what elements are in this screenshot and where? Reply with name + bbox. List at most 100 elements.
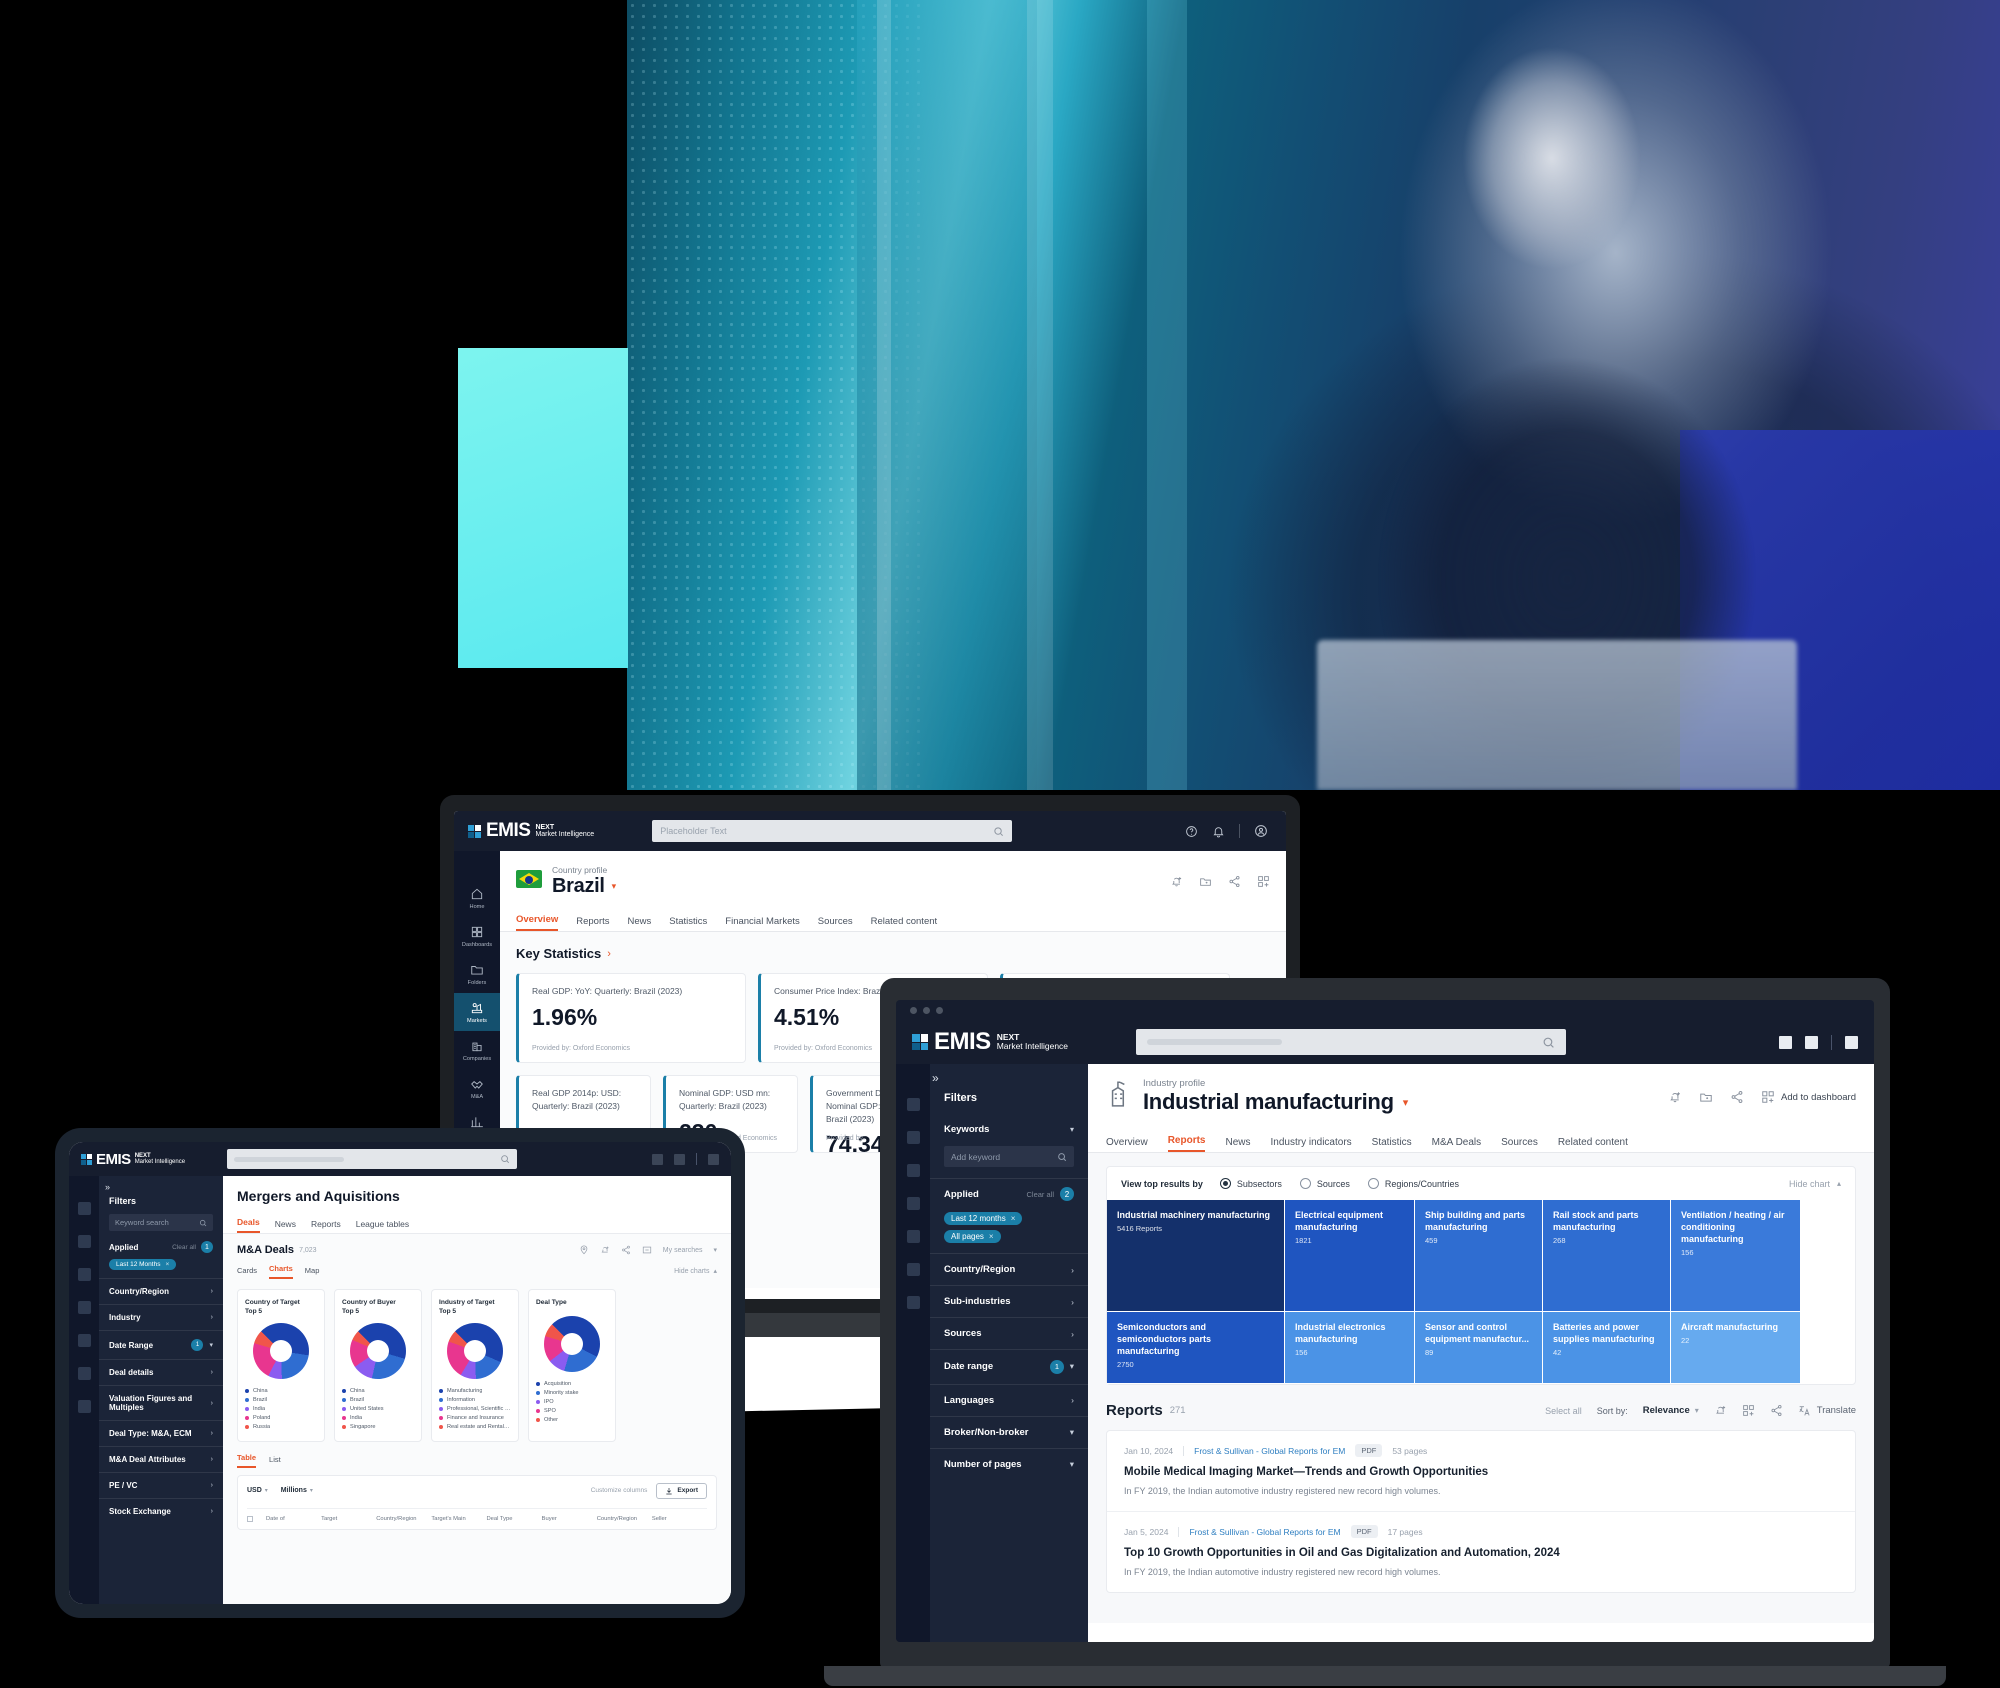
chevron-up-icon[interactable]: ▴: [713, 1267, 717, 1275]
chevron-right-icon[interactable]: ›: [211, 1400, 213, 1407]
chevron-down-icon[interactable]: ▾: [265, 1487, 268, 1494]
chevron-right-icon[interactable]: ›: [607, 948, 611, 960]
tab-sources[interactable]: Sources: [818, 916, 853, 931]
report-title[interactable]: Top 10 Growth Opportunities in Oil and G…: [1124, 1547, 1838, 1559]
my-searches-dropdown[interactable]: My searches: [663, 1247, 703, 1254]
tab-reports[interactable]: Reports: [1167, 1135, 1206, 1152]
close-icon[interactable]: ×: [989, 1232, 994, 1241]
grid-icon[interactable]: [1779, 1035, 1792, 1049]
help-icon[interactable]: [1185, 825, 1198, 838]
add-to-dashboard-icon[interactable]: [642, 1245, 652, 1255]
add-to-dashboard-button[interactable]: Add to dashboard: [1761, 1090, 1856, 1104]
sidebar-item[interactable]: [906, 1230, 920, 1243]
filter-row-m-a-deal-attributes[interactable]: M&A Deal Attributes ›: [99, 1446, 223, 1472]
filter-row-sub-industries[interactable]: Sub-industries ›: [930, 1285, 1088, 1317]
tab-reports[interactable]: Reports: [311, 1219, 341, 1233]
tab-industry-indicators[interactable]: Industry indicators: [1271, 1137, 1352, 1152]
filter-row-date-range[interactable]: Date range 1 ▾: [930, 1349, 1088, 1384]
account-icon[interactable]: [708, 1153, 719, 1165]
share-icon[interactable]: [1730, 1090, 1744, 1104]
chevron-down-icon[interactable]: ▾: [1403, 1096, 1409, 1109]
chevron-right-icon[interactable]: ›: [211, 1314, 213, 1321]
sidebar-item[interactable]: [906, 1263, 920, 1276]
tab-map[interactable]: Map: [305, 1266, 320, 1279]
filter-row-industry[interactable]: Industry ›: [99, 1304, 223, 1330]
add-to-dashboard-icon[interactable]: [1257, 875, 1270, 888]
treemap-cell[interactable]: Sensor and control equipment manufactur.…: [1415, 1312, 1543, 1384]
report-source[interactable]: Frost & Sullivan - Global Reports for EM: [1189, 1527, 1340, 1537]
sidebar-item-folders[interactable]: Folders: [454, 955, 500, 993]
sidebar-item[interactable]: [77, 1301, 91, 1314]
chevron-down-icon[interactable]: ▾: [1070, 1125, 1074, 1134]
bell-icon[interactable]: [1212, 825, 1225, 838]
treemap-cell[interactable]: Industrial electronics manufacturing 156: [1285, 1312, 1415, 1384]
sidebar-item[interactable]: [77, 1400, 91, 1413]
unit-select[interactable]: Millions: [281, 1487, 307, 1494]
tab-related-content[interactable]: Related content: [871, 916, 938, 931]
customize-columns-button[interactable]: Customize columns: [591, 1487, 648, 1494]
table-header-cell[interactable]: Date of: [266, 1516, 321, 1522]
tab-news[interactable]: News: [628, 916, 652, 931]
sidebar-item-home[interactable]: Home: [454, 879, 500, 917]
report-title[interactable]: Mobile Medical Imaging Market—Trends and…: [1124, 1466, 1838, 1478]
treemap-cell[interactable]: Ventilation / heating / air conditioning…: [1671, 1200, 1801, 1312]
grid-icon[interactable]: [652, 1153, 663, 1165]
clear-all-button[interactable]: Clear all: [1026, 1190, 1054, 1199]
share-icon[interactable]: [621, 1245, 631, 1255]
keyword-search-input[interactable]: Keyword search: [109, 1214, 213, 1231]
search-input[interactable]: [1136, 1029, 1567, 1055]
chevron-right-icon[interactable]: ›: [211, 1482, 213, 1489]
table-header-cell[interactable]: Country/Region: [376, 1516, 431, 1522]
table-header-cell[interactable]: Target: [321, 1516, 376, 1522]
filter-row-number-of-pages[interactable]: Number of pages ▾: [930, 1447, 1088, 1480]
sidebar-item[interactable]: [906, 1098, 920, 1111]
radio-sources[interactable]: Sources: [1299, 1178, 1350, 1189]
treemap-cell[interactable]: Rail stock and parts manufacturing 268: [1543, 1200, 1671, 1312]
chevron-down-icon[interactable]: ▾: [1070, 1459, 1074, 1470]
filter-row-date-range[interactable]: Date Range 1 ▾: [99, 1330, 223, 1359]
sidebar-item[interactable]: [906, 1131, 920, 1144]
sidebar-item-m-a[interactable]: M&A: [454, 1069, 500, 1107]
tab-deals[interactable]: Deals: [237, 1217, 260, 1233]
treemap-cell[interactable]: Batteries and power supplies manufacturi…: [1543, 1312, 1671, 1384]
sidebar-item-dashboards[interactable]: Dashboards: [454, 917, 500, 955]
chevron-right-icon[interactable]: ›: [211, 1369, 213, 1376]
chevron-right-icon[interactable]: ›: [211, 1430, 213, 1437]
tab-overview[interactable]: Overview: [516, 914, 559, 931]
filter-row-country-region[interactable]: Country/Region ›: [99, 1278, 223, 1304]
applied-filter-chip[interactable]: All pages ×: [944, 1230, 1001, 1243]
filter-row-valuation-figures-and-multiples[interactable]: Valuation Figures and Multiples ›: [99, 1385, 223, 1420]
select-all-checkbox[interactable]: [247, 1515, 253, 1522]
hide-chart-toggle[interactable]: Hide chart ▴: [1789, 1179, 1841, 1189]
share-icon[interactable]: [1228, 875, 1241, 888]
sidebar-item[interactable]: [77, 1367, 91, 1380]
radio-regions-countries[interactable]: Regions/Countries: [1367, 1178, 1459, 1189]
tab-statistics[interactable]: Statistics: [1372, 1137, 1412, 1152]
search-input[interactable]: [227, 1149, 518, 1169]
sidebar-item[interactable]: [906, 1164, 920, 1177]
donut-chart-card[interactable]: Industry of Target Top 5 Manufacturing Info…: [431, 1289, 519, 1442]
tab-financial-markets[interactable]: Financial Markets: [725, 916, 799, 931]
chevron-down-icon[interactable]: ▾: [310, 1487, 313, 1494]
stat-card[interactable]: Real GDP: YoY: Quarterly: Brazil (2023) 1…: [516, 973, 746, 1063]
filter-row-languages[interactable]: Languages ›: [930, 1383, 1088, 1416]
sidebar-item[interactable]: [77, 1334, 91, 1347]
report-item[interactable]: Jan 5, 2024 Frost & Sullivan - Global Rep…: [1107, 1512, 1855, 1592]
alert-add-icon[interactable]: [1668, 1090, 1682, 1104]
filter-row-stock-exchange[interactable]: Stock Exchange ›: [99, 1498, 223, 1524]
tab-related-content[interactable]: Related content: [1558, 1137, 1628, 1152]
hide-charts-toggle[interactable]: Hide charts: [674, 1268, 709, 1275]
applied-filter-chip[interactable]: Last 12 months ×: [944, 1212, 1023, 1225]
folder-add-icon[interactable]: [1199, 875, 1212, 888]
dot-green[interactable]: [936, 1006, 943, 1014]
dot-red[interactable]: [910, 1006, 917, 1014]
report-item[interactable]: Jan 10, 2024 Frost & Sullivan - Global Re…: [1107, 1431, 1855, 1512]
chevron-down-icon[interactable]: ▾: [209, 1341, 213, 1349]
table-header-cell[interactable]: Deal Type: [487, 1516, 542, 1522]
tab-sources[interactable]: Sources: [1501, 1137, 1538, 1152]
export-button[interactable]: Export: [656, 1482, 707, 1499]
table-header-cell[interactable]: Seller: [652, 1516, 707, 1522]
pin-icon[interactable]: [579, 1245, 589, 1255]
sidebar-item[interactable]: [77, 1235, 91, 1248]
chevron-right-icon[interactable]: ›: [1071, 1265, 1074, 1275]
